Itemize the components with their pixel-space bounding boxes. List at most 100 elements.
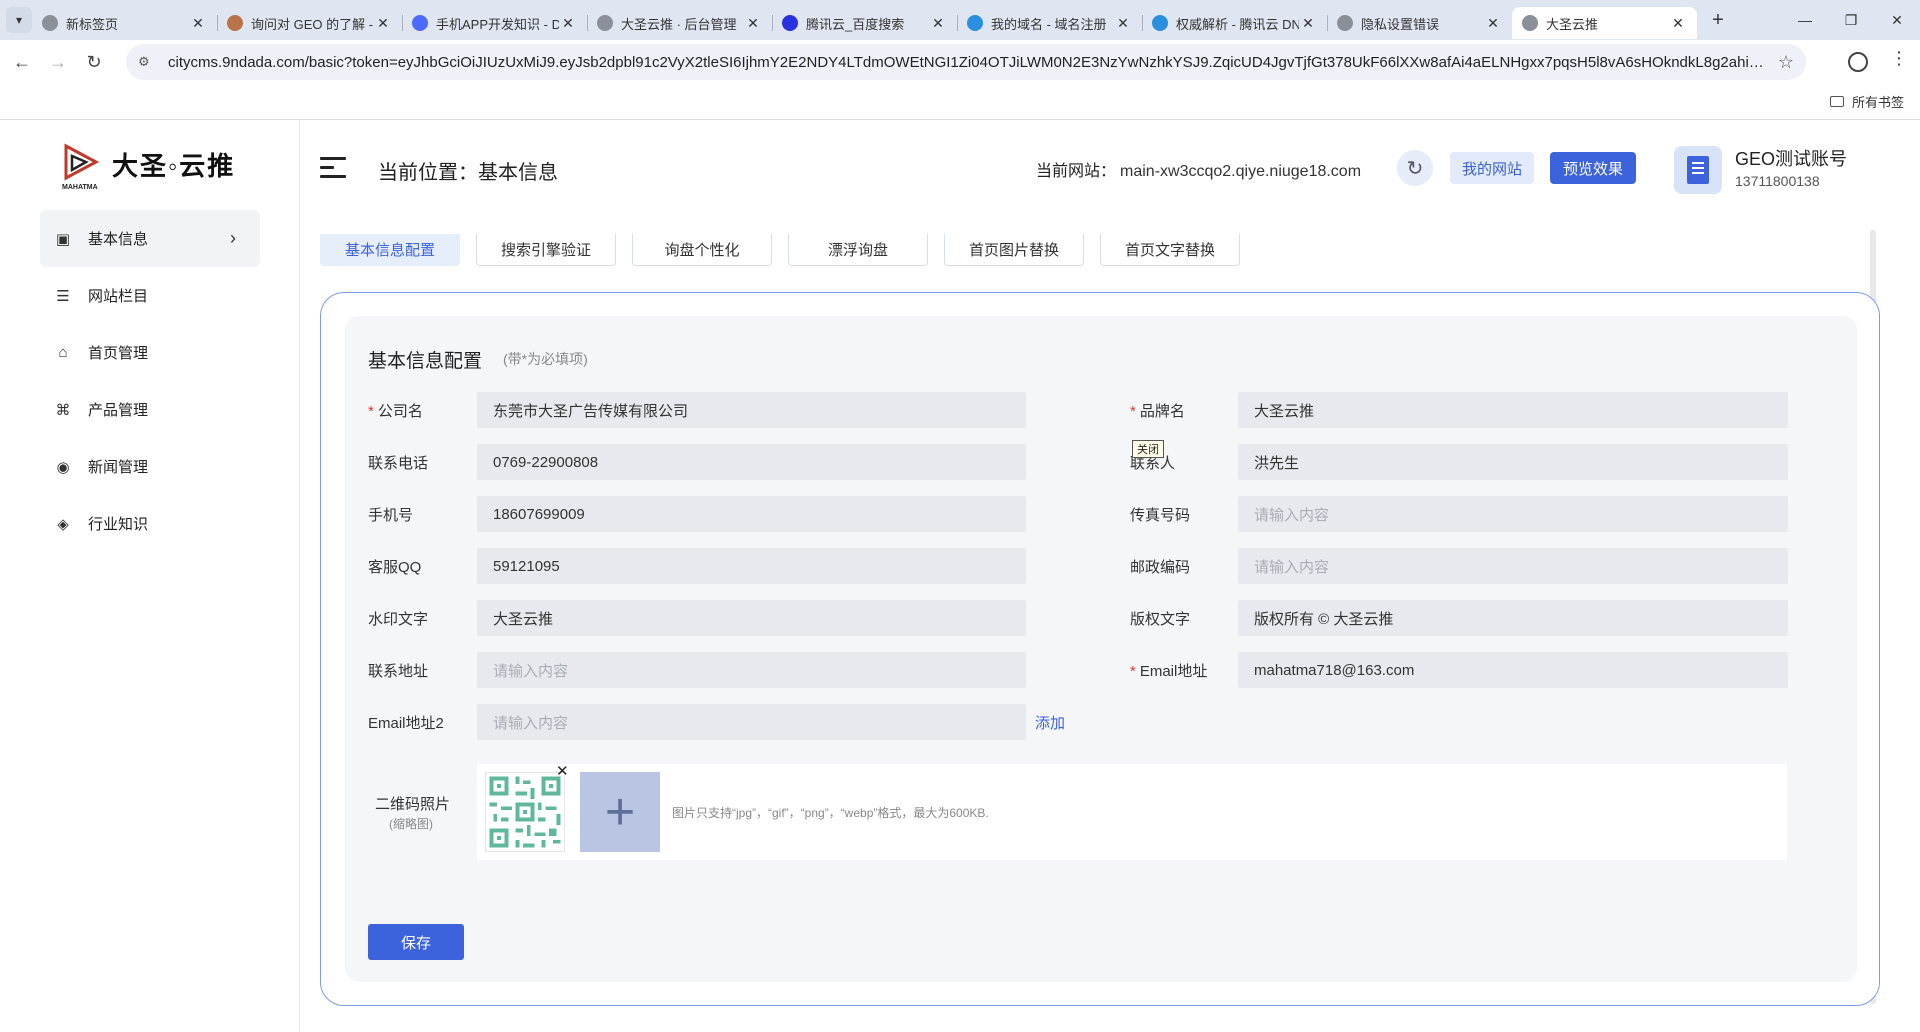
browser-tab[interactable]: 我的域名 - 域名注册 ✕ bbox=[957, 7, 1142, 39]
brand-logo[interactable]: MAHATMA 大圣◦云推 bbox=[62, 142, 236, 191]
sidebar-item[interactable]: ◉ 新闻管理 bbox=[40, 438, 260, 495]
qr-code-thumbnail[interactable] bbox=[485, 772, 565, 852]
address-input[interactable]: 请输入内容 bbox=[477, 652, 1026, 688]
remove-image-icon[interactable]: ✕ bbox=[556, 762, 569, 780]
qq-input[interactable]: 59121095 bbox=[477, 548, 1026, 584]
sidebar-item[interactable]: ◈ 行业知识 bbox=[40, 495, 260, 552]
close-tab-icon[interactable]: ✕ bbox=[559, 15, 577, 32]
mobile-input[interactable]: 18607699009 bbox=[477, 496, 1026, 532]
upload-plus-icon[interactable]: + bbox=[580, 772, 660, 852]
news-icon: ◉ bbox=[56, 458, 70, 476]
postcode-input[interactable]: 请输入内容 bbox=[1238, 548, 1788, 584]
config-tab[interactable]: 首页图片替换 bbox=[944, 234, 1084, 266]
brand-input[interactable]: 大圣云推 bbox=[1238, 392, 1788, 428]
deepseek-icon bbox=[412, 15, 428, 31]
config-tab[interactable]: 基本信息配置 bbox=[320, 234, 460, 266]
qq-label: 客服QQ bbox=[368, 559, 422, 576]
address-label: 联系地址 bbox=[368, 663, 429, 680]
mobile-label: 手机号 bbox=[368, 507, 414, 524]
phone-input[interactable]: 0769-22900808 bbox=[477, 444, 1026, 480]
list-icon: ☰ bbox=[56, 287, 70, 305]
all-bookmarks[interactable]: 所有书签 bbox=[1829, 92, 1904, 111]
browser-tab[interactable]: 权威解析 - 腾讯云 DN ✕ bbox=[1142, 7, 1327, 39]
email2-input[interactable]: 请输入内容 bbox=[477, 704, 1026, 740]
sidebar-item[interactable]: ⌘ 产品管理 bbox=[40, 381, 260, 438]
browser-menu-icon[interactable]: ⋮ bbox=[1890, 48, 1908, 69]
config-tab[interactable]: 搜索引擎验证 bbox=[476, 234, 616, 266]
close-window-button[interactable]: ✕ bbox=[1874, 0, 1920, 40]
new-tab-button[interactable]: + bbox=[1703, 9, 1733, 32]
close-tab-icon[interactable]: ✕ bbox=[374, 15, 392, 32]
sidebar-item-label: 行业知识 bbox=[88, 516, 149, 533]
browser-tab-title: 大圣云推 bbox=[1546, 16, 1599, 32]
browser-tab-title: 权威解析 - 腾讯云 DN bbox=[1176, 16, 1299, 32]
close-tab-icon[interactable]: ✕ bbox=[744, 15, 762, 32]
avatar[interactable] bbox=[1674, 146, 1722, 194]
reload-button[interactable]: ↻ bbox=[76, 52, 112, 73]
minimize-button[interactable]: — bbox=[1782, 0, 1828, 40]
fax-input[interactable]: 请输入内容 bbox=[1238, 496, 1788, 532]
contact-input[interactable]: 洪先生 bbox=[1238, 444, 1788, 480]
preview-button[interactable]: 预览效果 bbox=[1550, 152, 1636, 184]
url-text[interactable]: citycms.9ndada.com/basic?token=eyJhbGciO… bbox=[168, 54, 1766, 71]
browser-tab[interactable]: 新标签页 ✕ bbox=[32, 7, 217, 39]
hamburger-menu-icon[interactable] bbox=[320, 157, 346, 179]
close-tab-icon[interactable]: ✕ bbox=[189, 15, 207, 32]
copyright-input[interactable]: 版权所有 © 大圣云推 bbox=[1238, 600, 1788, 636]
restore-button[interactable]: ❐ bbox=[1828, 0, 1874, 40]
upload-hint: 图片只支持“jpg”，“gif”，“png”，“webp”格式，最大为600KB… bbox=[672, 806, 989, 820]
fax-label: 传真号码 bbox=[1130, 507, 1191, 524]
brand-name: 大圣◦云推 bbox=[112, 150, 236, 181]
close-tab-icon[interactable]: ✕ bbox=[1669, 15, 1687, 32]
sidebar-item[interactable]: ▣ 基本信息 › bbox=[40, 210, 260, 267]
sidebar-item-label: 网站栏目 bbox=[88, 288, 149, 305]
account-phone: 13711800138 bbox=[1735, 173, 1820, 189]
warning-icon bbox=[1337, 15, 1353, 31]
account-name[interactable]: GEO测试账号 bbox=[1735, 145, 1847, 171]
browser-tab-title: 大圣云推 · 后台管理 bbox=[621, 16, 737, 32]
email2-label: Email地址2 bbox=[368, 715, 444, 732]
refresh-icon[interactable]: ↻ bbox=[1397, 150, 1433, 186]
postcode-label: 邮政编码 bbox=[1130, 559, 1191, 576]
all-bookmarks-label: 所有书签 bbox=[1851, 95, 1904, 110]
back-button[interactable]: ← bbox=[4, 52, 40, 73]
browser-tab[interactable]: 大圣云推 · 后台管理 ✕ bbox=[587, 7, 772, 39]
add-email-link[interactable]: 添加 bbox=[1035, 712, 1065, 733]
logo-subtitle: MAHATMA bbox=[62, 184, 98, 191]
cloud-icon bbox=[967, 15, 983, 31]
my-site-button[interactable]: 我的网站 bbox=[1450, 152, 1534, 184]
close-tab-icon[interactable]: ✕ bbox=[929, 15, 947, 32]
save-button[interactable]: 保存 bbox=[368, 924, 464, 960]
browser-tab[interactable]: 询问对 GEO 的了解 - ✕ bbox=[217, 7, 402, 39]
config-tab[interactable]: 首页文字替换 bbox=[1100, 234, 1240, 266]
breadcrumb: 当前位置：基本信息 bbox=[378, 162, 558, 184]
config-tab[interactable]: 询盘个性化 bbox=[632, 234, 772, 266]
browser-tab[interactable]: 大圣云推 ✕ bbox=[1512, 7, 1697, 39]
watermark-input[interactable]: 大圣云推 bbox=[477, 600, 1026, 636]
close-tooltip: 关闭 bbox=[1132, 440, 1164, 458]
profile-icon[interactable] bbox=[1848, 52, 1868, 72]
home-icon: ⌂ bbox=[58, 344, 68, 361]
site-info-icon[interactable]: ⚙ bbox=[138, 54, 158, 70]
company-input[interactable]: 东莞市大圣广告传媒有限公司 bbox=[477, 392, 1026, 428]
forward-button[interactable]: → bbox=[40, 52, 76, 73]
company-label: * 公司名 bbox=[368, 403, 423, 420]
close-tab-icon[interactable]: ✕ bbox=[1484, 15, 1502, 32]
config-tab[interactable]: 漂浮询盘 bbox=[788, 234, 928, 266]
bookmark-star-icon[interactable]: ☆ bbox=[1766, 52, 1806, 73]
browser-tab[interactable]: 手机APP开发知识 - D ✕ bbox=[402, 7, 587, 39]
close-tab-icon[interactable]: ✕ bbox=[1299, 15, 1317, 32]
tab-search-button[interactable]: ▾ bbox=[6, 7, 32, 33]
browser-tab[interactable]: 隐私设置错误 ✕ bbox=[1327, 7, 1512, 39]
cloud-icon bbox=[1152, 15, 1168, 31]
grid-icon: ⌘ bbox=[55, 401, 71, 419]
current-site-label: 当前网站： bbox=[1036, 163, 1117, 180]
email-input[interactable]: mahatma718@163.com bbox=[1238, 652, 1788, 688]
sidebar-item[interactable]: ☰ 网站栏目 bbox=[40, 267, 260, 324]
browser-tab-title: 手机APP开发知识 - D bbox=[436, 16, 559, 32]
sidebar-item[interactable]: ⌂ 首页管理 bbox=[40, 324, 260, 381]
sidebar-item-label: 首页管理 bbox=[88, 345, 149, 362]
omnibox[interactable]: ⚙ citycms.9ndada.com/basic?token=eyJhbGc… bbox=[126, 44, 1806, 80]
close-tab-icon[interactable]: ✕ bbox=[1114, 15, 1132, 32]
browser-tab[interactable]: 腾讯云_百度搜索 ✕ bbox=[772, 7, 957, 39]
